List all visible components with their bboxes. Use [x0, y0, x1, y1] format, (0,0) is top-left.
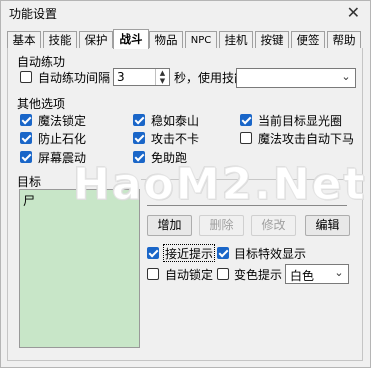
approach-hint-checkbox[interactable]: [147, 247, 159, 259]
add-button[interactable]: 增加: [147, 215, 192, 236]
list-item[interactable]: 尸: [23, 192, 35, 209]
approach-hint-label: 接近提示: [165, 247, 214, 261]
spinner-arrows-icon[interactable]: ▲ ▼: [155, 69, 169, 85]
tab-protect[interactable]: 保护: [79, 31, 113, 48]
option-label: 屏幕震动: [38, 151, 87, 165]
auto-lock-checkbox[interactable]: [147, 268, 159, 280]
tab-basic[interactable]: 基本: [7, 31, 41, 48]
window-title: 功能设置: [9, 7, 58, 21]
chevron-down-icon[interactable]: ⌄: [332, 266, 346, 279]
option-checkbox[interactable]: [133, 151, 145, 163]
target-effect-label: 目标特效显示: [234, 247, 307, 261]
option-checkbox[interactable]: [20, 151, 32, 163]
option-checkbox[interactable]: [133, 132, 145, 144]
auto-lock-label: 自动锁定: [165, 268, 214, 282]
tab-keys[interactable]: 按键: [255, 31, 289, 48]
edit-button[interactable]: 编辑: [305, 215, 350, 236]
auto-practice-title: 自动练功: [17, 55, 66, 69]
target-list[interactable]: 尸: [19, 189, 140, 348]
option-checkbox[interactable]: [20, 114, 32, 126]
interval-value: 3: [117, 70, 125, 84]
title-bar: 功能设置 ✕: [1, 1, 370, 25]
tab-items[interactable]: 物品: [149, 31, 183, 48]
option-checkbox[interactable]: [240, 132, 252, 144]
auto-practice-label: 自动练功间隔: [38, 71, 111, 85]
modify-button[interactable]: 修改: [251, 215, 296, 236]
color-select[interactable]: 白色 ⌄: [285, 264, 349, 284]
option-label: 稳如泰山: [151, 114, 200, 128]
tab-idle[interactable]: 挂机: [219, 31, 253, 48]
other-options-title: 其他选项: [17, 97, 66, 111]
option-label: 攻击不卡: [151, 132, 200, 146]
settings-window: 功能设置 ✕ 基本 技能 保护 战斗 物品 NPC 挂机 按键 便签 帮助 自动…: [0, 0, 371, 368]
tab-skill[interactable]: 技能: [43, 31, 77, 48]
color-hint-label: 变色提示: [234, 268, 283, 282]
color-hint-checkbox[interactable]: [217, 268, 229, 280]
tab-notes[interactable]: 便签: [291, 31, 325, 48]
option-checkbox[interactable]: [133, 114, 145, 126]
delete-button[interactable]: 删除: [199, 215, 244, 236]
interval-spinner[interactable]: 3 ▲ ▼: [113, 68, 170, 86]
close-icon[interactable]: ✕: [347, 3, 360, 22]
auto-practice-checkbox[interactable]: [20, 71, 32, 83]
color-select-value: 白色: [290, 269, 315, 283]
option-checkbox[interactable]: [240, 114, 252, 126]
option-label: 防止石化: [38, 132, 87, 146]
tab-npc[interactable]: NPC: [185, 31, 217, 48]
option-label: 免助跑: [151, 151, 188, 165]
target-effect-checkbox[interactable]: [217, 247, 229, 259]
target-name-input[interactable]: [147, 187, 347, 206]
option-label: 当前目标显光圈: [258, 114, 343, 128]
skill-select[interactable]: ⌄: [236, 68, 356, 88]
option-label: 魔法锁定: [38, 114, 87, 128]
target-title: 目标: [17, 175, 42, 189]
tab-help[interactable]: 帮助: [327, 31, 361, 48]
tab-combat[interactable]: 战斗: [113, 29, 149, 49]
option-label: 魔法攻击自动下马: [258, 132, 355, 146]
chevron-down-icon[interactable]: ⌄: [339, 70, 353, 83]
option-checkbox[interactable]: [20, 132, 32, 144]
